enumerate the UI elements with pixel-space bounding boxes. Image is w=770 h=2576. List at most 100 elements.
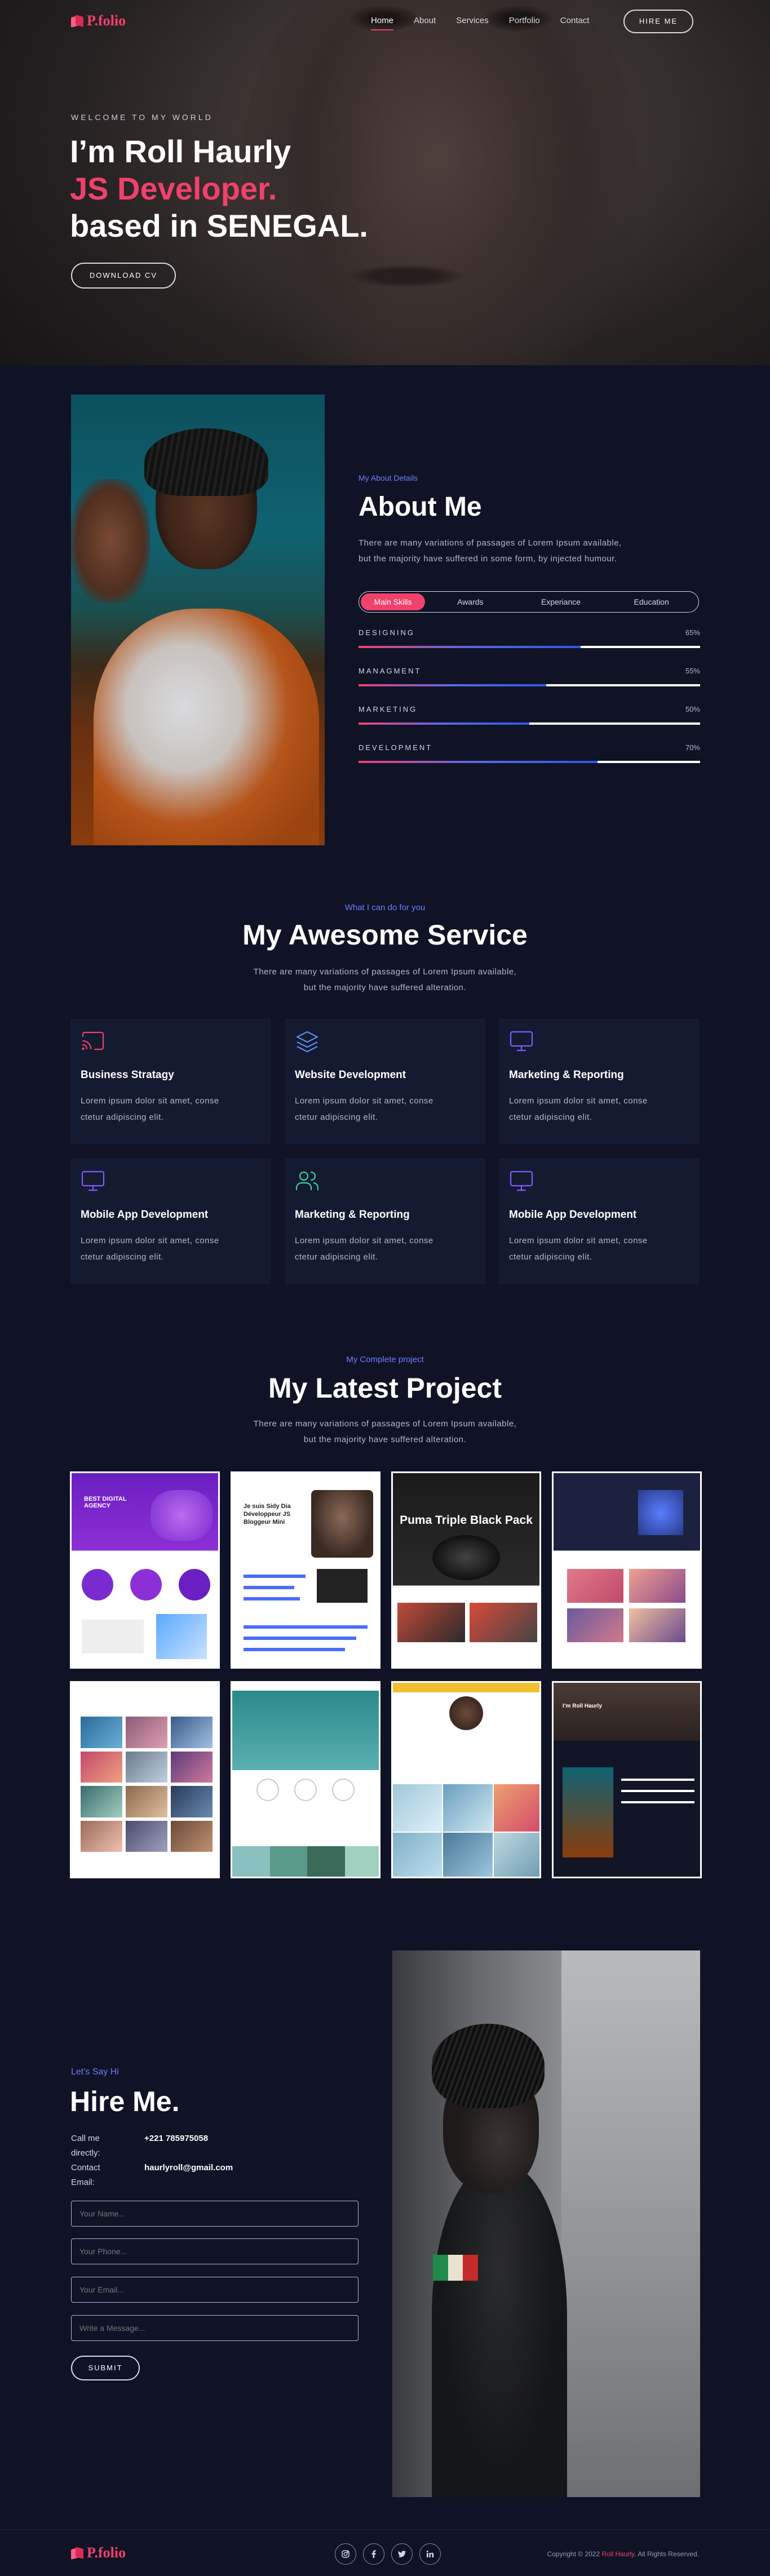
nav-services[interactable]: Services [446,12,499,29]
nav-home[interactable]: Home [361,12,404,30]
project-circle [130,1569,162,1600]
tab-main-skills[interactable]: Main Skills [361,593,425,610]
name-input[interactable] [71,2201,359,2227]
skill-managment: MANAGMENT 55% [359,667,700,686]
linkedin-icon[interactable] [419,2543,441,2565]
nav-links: Home About Services Portfolio Contact [361,12,600,30]
tab-experiance[interactable]: Experiance [516,593,607,610]
facebook-icon[interactable] [363,2543,384,2565]
project-bar [621,1801,694,1803]
copyright-prefix: Copyright © 2022 [547,2550,600,2558]
projects-description: There are many variations of passages of… [0,1416,770,1448]
message-input[interactable] [71,2315,359,2341]
services-description-line1: There are many variations of passages of… [253,967,517,977]
page: P.folio Home About Services Portfolio Co… [0,0,770,2576]
service-title: Website Development [295,1069,406,1081]
service-card[interactable]: Mobile App Development Lorem ipsum dolor… [71,1159,271,1284]
service-text-line1: Lorem ipsum dolor sit amet, conse [81,1236,219,1245]
skill-name: DEVELOPMENT [359,743,433,752]
email-label-line1: Contact [71,2163,100,2172]
project-thumbnail[interactable] [552,1471,702,1669]
tab-education[interactable]: Education [606,593,697,610]
about-photo-hair [144,428,268,496]
about-title: About Me [359,492,482,522]
hire-photo-body [432,2165,567,2497]
project-gallery [393,1784,539,1877]
nav-portfolio[interactable]: Portfolio [499,12,550,29]
project-thumbnail[interactable]: Je suis Sidy Dia Développeur JS Bloggeur… [231,1471,380,1669]
about-photo-shirt [94,609,319,845]
about-kicker: My About Details [359,473,418,482]
services-description: There are many variations of passages of… [0,964,770,996]
footer: P.folio Copyright © 2022 Roll Haurly. Al… [0,2529,770,2576]
skill-name: MARKETING [359,705,418,713]
projects-description-line1: There are many variations of passages of… [253,1419,517,1429]
service-text-line1: Lorem ipsum dolor sit amet, conse [509,1096,648,1106]
project-block [397,1603,465,1642]
service-text-line2: ctetur adipiscing elit. [81,1112,164,1122]
service-text-line2: ctetur adipiscing elit. [295,1252,378,1262]
instagram-icon[interactable] [335,2543,356,2565]
about-photo-hand [71,479,150,603]
service-card[interactable]: Marketing & Reporting Lorem ipsum dolor … [499,1019,699,1144]
project-thumbnail[interactable]: I’m Roll Haurly [552,1681,702,1878]
skill-percent: 50% [685,705,700,713]
monitor-icon [510,1031,533,1052]
service-text: Lorem ipsum dolor sit amet, conse ctetur … [295,1232,481,1265]
phone-label: Call me directly: [71,2131,144,2161]
skill-marketing: MARKETING 50% [359,705,700,725]
project-block [82,1620,144,1653]
service-text: Lorem ipsum dolor sit amet, conse ctetur … [81,1232,267,1265]
hero-kicker: WELCOME TO MY WORLD [71,113,213,122]
service-text: Lorem ipsum dolor sit amet, conse ctetur … [509,1232,695,1265]
nav-about[interactable]: About [404,12,446,29]
project-thumbnail[interactable]: BEST DIGITAL AGENCY [70,1471,220,1669]
logo[interactable]: P.folio [71,11,126,30]
project-thumbnail[interactable]: Puma Triple Black Pack [391,1471,541,1669]
logo-icon [71,15,83,28]
project-thumbnail[interactable] [70,1681,220,1878]
project-caption: Je suis Sidy Dia Développeur JS Bloggeur… [244,1503,291,1526]
project-bar [244,1575,306,1578]
email-address[interactable]: haurlyroll@gmail.com [144,2161,233,2190]
project-block [629,1569,685,1603]
skill-name: MANAGMENT [359,667,422,675]
skill-progress-fill [359,684,547,686]
project-block [317,1569,368,1603]
phone-input[interactable] [71,2238,359,2264]
service-card[interactable]: Mobile App Development Lorem ipsum dolor… [499,1159,699,1284]
copyright-name[interactable]: Roll Haurly [601,2550,634,2558]
service-card[interactable]: Website Development Lorem ipsum dolor si… [285,1019,485,1144]
project-thumbnail[interactable] [231,1681,380,1878]
footer-logo-text: P.folio [87,2544,126,2561]
users-icon [295,1171,319,1191]
hire-photo-wall [561,1950,700,2497]
phone-number[interactable]: +221 785975058 [144,2131,208,2161]
project-bar [244,1637,356,1640]
projects-kicker: My Complete project [346,1355,424,1364]
twitter-icon[interactable] [391,2543,413,2565]
email-input[interactable] [71,2277,359,2303]
contact-details: Call me directly: +221 785975058 Contact E… [71,2131,297,2190]
service-text-line2: ctetur adipiscing elit. [509,1112,592,1122]
tab-awards[interactable]: Awards [425,593,516,610]
skill-progress-fill [359,761,598,763]
logo-text: P.folio [87,12,126,29]
project-thumbnail[interactable] [391,1681,541,1878]
nav-contact[interactable]: Contact [550,12,600,29]
hire-photo [392,1950,700,2497]
project-portrait [311,1490,373,1558]
submit-button[interactable]: SUBMIT [71,2356,140,2380]
hero-title-line2: JS Developer. [70,171,277,206]
hire-me-button[interactable]: HIRE ME [623,10,693,33]
footer-logo[interactable]: P.folio [71,2544,126,2561]
top-navigation: P.folio Home About Services Portfolio Co… [0,0,770,42]
service-card[interactable]: Business Stratagy Lorem ipsum dolor sit … [71,1019,271,1144]
service-card[interactable]: Marketing & Reporting Lorem ipsum dolor … [285,1159,485,1284]
service-text-line2: ctetur adipiscing elit. [81,1252,164,1262]
hero-title-line3: based in SENEGAL. [70,208,368,243]
download-cv-button[interactable]: DOWNLOAD CV [71,263,176,289]
about-description: There are many variations of passages of… [359,535,697,567]
skill-percent: 55% [685,667,700,675]
phone-label-line2: directly: [71,2148,100,2158]
